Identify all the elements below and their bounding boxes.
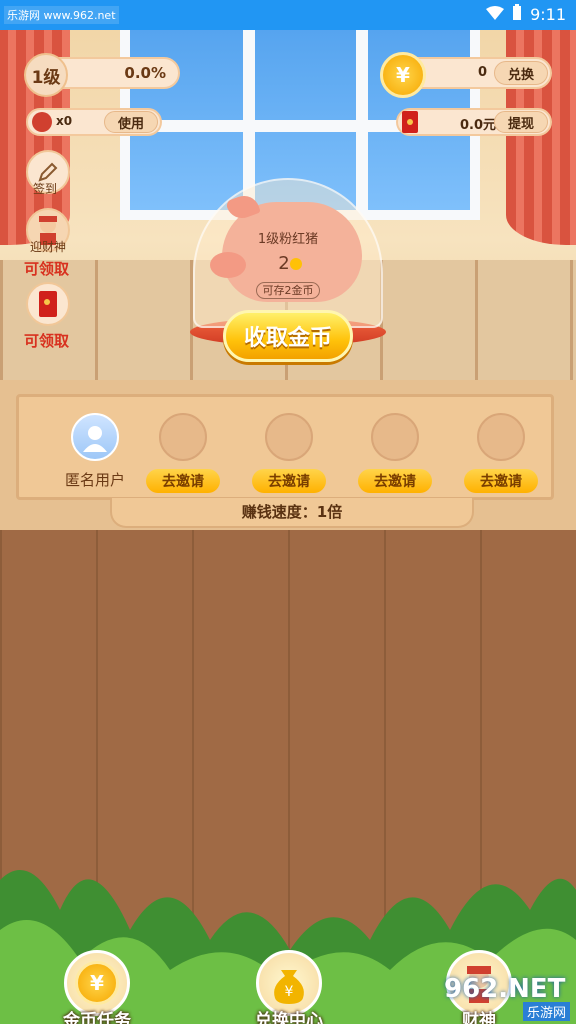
user-silhouette-icon [83,426,107,452]
brand-watermark: 962.NET 乐游网 [444,974,570,1021]
svg-text:¥: ¥ [285,984,294,1000]
yuan-coin-icon: ¥ [380,52,426,98]
cash-balance: 0.0元 提现 [396,108,552,136]
friend-slot-user: 匿名用户 [53,413,137,490]
redpack-button[interactable] [26,282,70,326]
collect-coins-button[interactable]: 收取金币 [223,310,353,362]
caishen-card-chip: x0 使用 [26,108,162,136]
friend-name: 匿名用户 [64,471,125,489]
status-watermark: 乐游网 www.962.net [4,6,119,24]
invite-panel: 匿名用户 去邀请 去邀请 去邀请 去邀请 [16,394,554,500]
coin-balance: ¥ 0 兑换 [380,52,552,98]
piggy-coin-count: 2 [278,253,290,274]
caishen-placeholder-icon [265,413,313,461]
wifi-icon [486,5,505,24]
caishen-count: x0 [56,114,73,128]
exchange-button[interactable]: 兑换 [494,61,548,85]
caishen-placeholder-icon [371,413,419,461]
piggy-coins: 2 [270,253,310,274]
avatar [71,413,119,461]
level-percent: 0.0% [124,64,166,82]
redpack-status: 可领取 [24,332,70,350]
cash-amount: 0.0元 [460,118,497,133]
friend-slot-empty: 去邀请 [459,413,543,493]
level-progress: 1级 0.0% [24,53,180,97]
checkin-label: 签到 [33,182,58,196]
caishen-icon [32,112,52,132]
invite-button[interactable]: 去邀请 [146,469,220,493]
coin-count: 0 [478,65,488,80]
friend-slot-empty: 去邀请 [141,413,225,493]
piggy-capacity: 可存2金币 [256,282,320,299]
coin-icon [289,258,302,270]
nav-label: 金币任务 [63,1011,131,1024]
watermark-main: 962.NET [444,974,566,1004]
nav-exchange-center[interactable]: ¥ 兑换中心 [244,950,334,1024]
caishen-status: 可领取 [24,260,70,278]
status-time: 9:11 [530,4,566,24]
piggy-title: 1级粉红猪 [257,232,319,247]
friend-slot-empty: 去邀请 [353,413,437,493]
earning-speed: 赚钱速度：1倍 [110,498,474,528]
red-envelope-icon [39,291,57,317]
nav-label: 兑换中心 [255,1011,323,1024]
status-bar: 乐游网 www.962.net 9:11 [0,0,576,30]
battery-icon [512,4,522,24]
caishen-placeholder-icon [477,413,525,461]
watermark-sub: 乐游网 [522,1002,570,1021]
red-envelope-icon [402,111,418,133]
level-badge: 1级 [24,53,68,97]
invite-button[interactable]: 去邀请 [252,469,326,493]
invite-button[interactable]: 去邀请 [358,469,432,493]
use-button[interactable]: 使用 [104,111,158,133]
friend-slot-empty: 去邀请 [247,413,331,493]
invite-button[interactable]: 去邀请 [464,469,538,493]
caishen-placeholder-icon [159,413,207,461]
caishen-label: 迎财神 [30,240,67,254]
nav-coin-tasks[interactable]: ¥ 金币任务 [52,950,142,1024]
withdraw-button[interactable]: 提现 [494,111,548,133]
